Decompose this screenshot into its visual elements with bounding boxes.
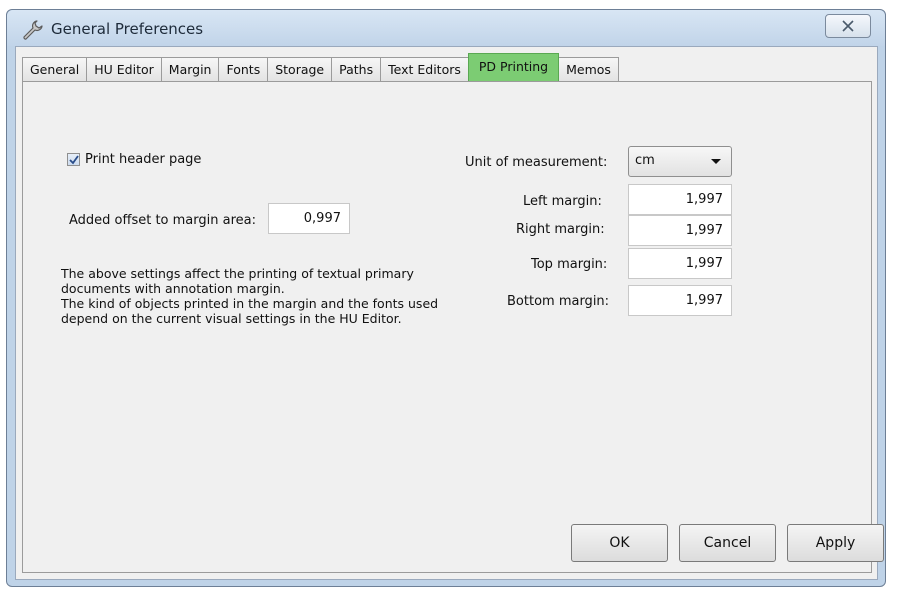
print-header-label: Print header page: [85, 152, 202, 167]
offset-label: Added offset to margin area:: [69, 213, 256, 228]
title-bar[interactable]: General Preferences: [7, 10, 885, 46]
tab-general[interactable]: General: [22, 57, 88, 81]
print-header-row[interactable]: Print header page: [67, 152, 201, 167]
info-text: The above settings affect the printing o…: [61, 266, 481, 326]
unit-select-value: cm: [635, 153, 655, 168]
wrench-icon: [23, 20, 43, 40]
bottom-margin-label: Bottom margin:: [507, 294, 610, 309]
bottom-margin-input[interactable]: 1,997: [628, 285, 732, 316]
checkmark-icon: [68, 154, 79, 164]
tab-storage[interactable]: Storage: [267, 57, 333, 81]
tab-hu-editor[interactable]: HU Editor: [86, 57, 162, 81]
top-margin-input[interactable]: 1,997: [628, 248, 732, 279]
info-line: The kind of objects printed in the margi…: [61, 296, 439, 311]
info-line: The above settings affect the printing o…: [61, 266, 414, 281]
unit-select[interactable]: cm: [628, 146, 732, 177]
ok-button[interactable]: OK: [571, 524, 668, 562]
right-margin-input[interactable]: 1,997: [628, 215, 732, 246]
tab-pd-printing[interactable]: PD Printing: [467, 53, 560, 81]
apply-button[interactable]: Apply: [787, 524, 884, 562]
close-icon: [842, 20, 854, 32]
info-line: documents with annotation margin.: [61, 281, 285, 296]
cancel-button[interactable]: Cancel: [679, 524, 776, 562]
dialog-client-area: General HU Editor Margin Fonts Storage P…: [15, 46, 884, 580]
tab-text-editors[interactable]: Text Editors: [380, 57, 469, 81]
chevron-down-icon: [711, 159, 721, 164]
left-margin-input[interactable]: 1,997: [628, 184, 732, 215]
tab-paths[interactable]: Paths: [331, 57, 382, 81]
tab-memos[interactable]: Memos: [558, 57, 619, 81]
top-margin-label: Top margin:: [531, 257, 608, 272]
print-header-checkbox[interactable]: [67, 153, 80, 166]
info-line: depend on the current visual settings in…: [61, 311, 402, 326]
window-title: General Preferences: [51, 20, 204, 38]
right-margin-label: Right margin:: [516, 222, 605, 237]
unit-label: Unit of measurement:: [465, 155, 608, 170]
tab-margin[interactable]: Margin: [160, 57, 220, 81]
preferences-window: General Preferences General HU Editor Ma…: [6, 9, 886, 587]
tab-fonts[interactable]: Fonts: [218, 57, 269, 81]
pd-printing-panel: Print header page Added offset to margin…: [22, 81, 884, 573]
left-margin-label: Left margin:: [523, 194, 602, 209]
offset-input[interactable]: 0,997: [268, 203, 350, 234]
tab-bar: General HU Editor Margin Fonts Storage P…: [22, 51, 619, 81]
close-button[interactable]: [825, 14, 871, 38]
